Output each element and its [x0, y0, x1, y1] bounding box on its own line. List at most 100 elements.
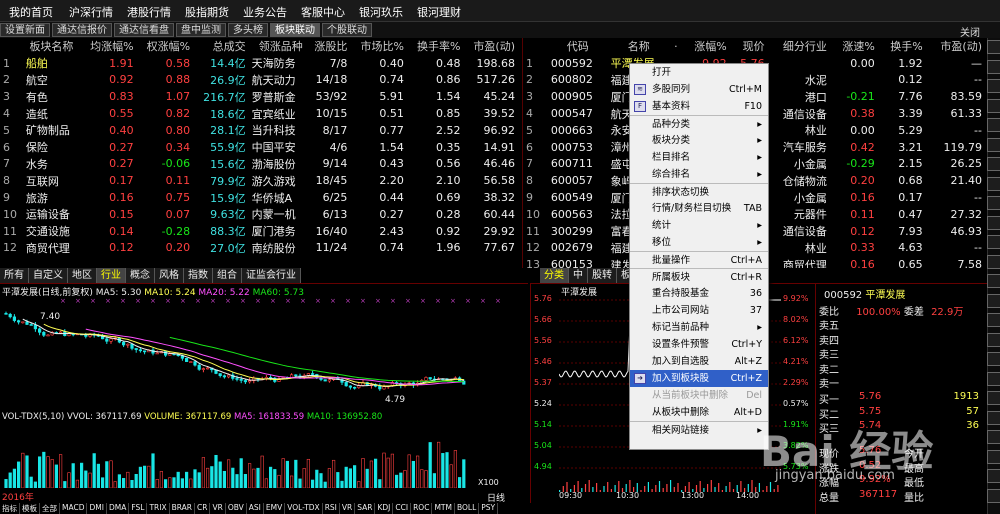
stock-col-header[interactable]: 现价 [730, 38, 768, 55]
indicator-tab[interactable]: CCI [393, 503, 412, 514]
indicator-tab[interactable]: CR [195, 503, 211, 514]
context-menu-item[interactable]: 批量操作 Ctrl+A [630, 251, 768, 268]
indicator-tab[interactable]: ROC [411, 503, 433, 514]
indicator-tab[interactable]: EMV [264, 503, 286, 514]
tab-2[interactable]: 通达信看盘 [114, 23, 174, 37]
indicator-tab[interactable]: 指标 [0, 503, 20, 514]
table-row[interactable]: 2 航空 0.92 0.88 26.9亿 航天动力 14/18 0.74 0.86 517.26 [0, 72, 518, 89]
info2-icon[interactable] [987, 293, 1000, 308]
context-menu-item[interactable]: 上市公司网站 37 [630, 302, 768, 319]
stock-col-header[interactable]: 涨速% [830, 38, 878, 55]
grid-icon[interactable] [987, 79, 1000, 93]
category-tab-5[interactable]: 风格 [155, 268, 184, 283]
indicator-tab[interactable]: 全部 [40, 503, 60, 514]
graph-icon[interactable] [987, 391, 1000, 405]
indicator-tab[interactable]: VR [210, 503, 226, 514]
down-icon[interactable] [987, 332, 1000, 347]
indicator-tab[interactable]: KDJ [375, 503, 394, 514]
indicator-tab[interactable]: BOLL [455, 503, 480, 514]
category-tab-1[interactable]: 自定义 [29, 268, 68, 283]
menu-item-7[interactable]: 银河理财 [410, 0, 468, 21]
indicator-tab[interactable]: 模板 [20, 503, 40, 514]
indicator-tab[interactable]: FSL [129, 503, 148, 514]
stock-col-header[interactable]: 细分行业 [768, 38, 830, 55]
stock-col-header[interactable]: 换手% [878, 38, 926, 55]
indicator-tab[interactable]: DMA [107, 503, 130, 514]
kline-chart-panel[interactable]: 平潭发展(日线,前复权) MA5: 5.30 MA10: 5.24 MA20: … [0, 283, 528, 504]
context-menu-item[interactable]: 所属板块 Ctrl+R [630, 268, 768, 285]
context-menu-item[interactable]: ➜ 加入到板块股 Ctrl+Z [630, 370, 768, 387]
context-menu-item[interactable]: F 基本资料 F10 [630, 98, 768, 115]
tool-icon[interactable] [987, 196, 1000, 210]
stock-col-header[interactable]: 涨幅% [682, 38, 730, 55]
table-row[interactable]: 7 水务 0.27 -0.06 15.6亿 渤海股份 9/14 0.43 0.56 46.46 [0, 156, 518, 173]
table-row[interactable]: 5 矿物制品 0.40 0.80 28.1亿 当升科技 8/17 0.77 2.52 96.92 [0, 122, 518, 139]
sector-col-header[interactable]: 涨股比 [306, 38, 351, 55]
log-icon[interactable] [987, 488, 1000, 503]
context-menu-item[interactable]: 从板块中删除 Alt+D [630, 404, 768, 421]
tab-6[interactable]: 个股联动 [322, 23, 372, 37]
settings-icon[interactable] [987, 235, 1000, 249]
context-menu-item[interactable]: 重合持股基金 36 [630, 285, 768, 302]
context-menu-item[interactable]: ≋ 多股同列 Ctrl+M [630, 81, 768, 98]
chart-icon[interactable] [987, 40, 1000, 54]
table-row[interactable]: 10 运输设备 0.15 0.07 9.63亿 内蒙一机 6/13 0.27 0.28 60.44 [0, 206, 518, 223]
indicator-tab[interactable]: PSY [479, 503, 499, 514]
stock-tab-2[interactable]: 股转 [588, 268, 617, 283]
category-tab-7[interactable]: 组合 [213, 268, 242, 283]
stock-col-header[interactable]: 名称 [608, 38, 670, 55]
table-row[interactable]: 6 保险 0.27 0.34 55.9亿 中国平安 4/6 1.54 0.35 14.91 [0, 139, 518, 156]
tab-4[interactable]: 多头榜 [228, 23, 268, 37]
line-icon[interactable] [987, 137, 1000, 152]
menu-item-5[interactable]: 客服中心 [294, 0, 352, 21]
sector-col-header[interactable] [0, 38, 23, 55]
sector-col-header[interactable]: 市盈(动) [463, 38, 518, 55]
menu-item-4[interactable]: 业务公告 [236, 0, 294, 21]
table-row[interactable]: 11 交通设施 0.14 -0.28 88.3亿 厦门港务 16/40 2.43 0.92 29.… [0, 223, 518, 240]
context-menu-item[interactable]: 板块分类 ▸ [630, 132, 768, 149]
category-tab-4[interactable]: 概念 [126, 268, 155, 283]
category-tab-8[interactable]: 证监会行业 [242, 268, 301, 283]
sector-col-header[interactable]: 板块名称 [23, 38, 80, 55]
flag-icon[interactable] [987, 371, 1000, 386]
context-menu-item[interactable]: 排序状态切换 [630, 183, 768, 200]
menu-item-0[interactable]: 我的首页 [0, 0, 62, 21]
context-menu-item[interactable]: 相关网站链接 ▸ [630, 421, 768, 438]
tab-5[interactable]: 板块联动 [270, 23, 320, 37]
menu-item-6[interactable]: 银河玖乐 [352, 0, 410, 21]
table-row[interactable]: 9 旅游 0.16 0.75 15.9亿 华侨城A 6/25 0.44 0.69 38.32 [0, 189, 518, 206]
stock-tab-0[interactable]: 分类 [540, 268, 569, 283]
indicator-tab[interactable]: DMI [87, 503, 107, 514]
tick-icon[interactable] [987, 157, 1000, 171]
context-menu-item[interactable]: 移位 ▸ [630, 234, 768, 251]
context-menu-item[interactable]: 打开 [630, 64, 768, 81]
context-menu-item[interactable]: 行情/财务栏目切换 TAB [630, 200, 768, 217]
sector-col-header[interactable]: 市场比% [350, 38, 407, 55]
sector-col-header[interactable]: 总成交 [193, 38, 248, 55]
text-icon[interactable] [987, 469, 1000, 483]
indicator-tab[interactable]: BRAR [170, 503, 196, 514]
context-menu-item[interactable]: 加入到自选股 Alt+Z [630, 353, 768, 370]
indicator-tab[interactable]: TRIX [147, 503, 170, 514]
indicator-tab[interactable]: ASI [247, 503, 264, 514]
table-row[interactable]: 3 有色 0.83 1.07 216.7亿 罗普斯金 53/92 5.91 1.54 45.24 [0, 88, 518, 105]
table-row[interactable]: 1 船舶 1.91 0.58 14.4亿 天海防务 7/8 0.40 0.48 198.68 [0, 55, 518, 72]
sector-col-header[interactable]: 领涨品种 [249, 38, 306, 55]
indicator-tab[interactable]: VR [340, 503, 356, 514]
indicator-tab[interactable]: MACD [60, 503, 88, 514]
close-button[interactable]: 关闭 [960, 24, 980, 39]
table-row[interactable]: 8 互联网 0.17 0.11 79.9亿 游久游戏 18/45 2.20 2.10 56.58 [0, 172, 518, 189]
category-tab-6[interactable]: 指数 [184, 268, 213, 283]
sound-icon[interactable] [987, 449, 1000, 464]
stock-col-header[interactable]: 市盈(动) [926, 38, 985, 55]
menu-item-3[interactable]: 股指期货 [178, 0, 236, 21]
category-tab-0[interactable]: 所有 [0, 268, 29, 283]
cross-icon[interactable] [987, 352, 1000, 366]
menu-item-1[interactable]: 沪深行情 [62, 0, 120, 21]
context-menu-item[interactable]: 综合排名 ▸ [630, 166, 768, 183]
indicator-tab[interactable]: SAR [355, 503, 376, 514]
up-icon[interactable] [987, 313, 1000, 327]
link-icon[interactable] [987, 254, 1000, 269]
context-menu-item[interactable]: 标记当前品种 ▸ [630, 319, 768, 336]
stock-tab-1[interactable]: 中 [569, 268, 588, 283]
